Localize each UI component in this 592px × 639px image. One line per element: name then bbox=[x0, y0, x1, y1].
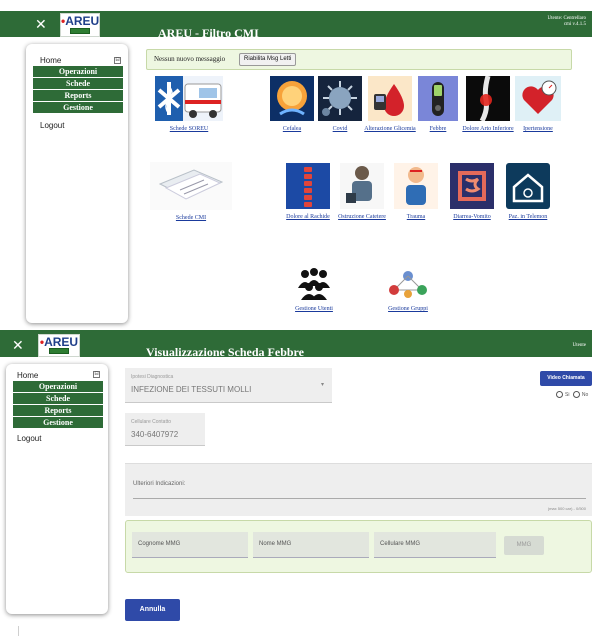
tile-schede-soreu[interactable]: Schede SOREU bbox=[155, 76, 223, 132]
cellulare-contatto-field[interactable]: Cellulare Contatto 340-6407972 bbox=[125, 413, 205, 446]
user-info: Utente: Centrellaro cmi v.4.1.5 bbox=[547, 16, 586, 27]
mmg-section: Cognome MMG Nome MMG Cellulare MMG MMG bbox=[125, 520, 592, 573]
sidebar-item-reports[interactable]: Reports bbox=[33, 90, 123, 102]
field-value: 340-6407972 bbox=[131, 430, 179, 439]
tile-ipertensione[interactable]: Ipertensione bbox=[515, 76, 561, 132]
tile-label: Gestione Utenti bbox=[295, 306, 333, 312]
tile-schede-cmi[interactable]: Schede CMI bbox=[150, 162, 232, 221]
sidebar-logout[interactable]: Logout bbox=[40, 121, 64, 130]
tile-paz-in-telemon[interactable]: Paz. in Telemon bbox=[506, 163, 550, 220]
sidebar: Home ⊟ Operazioni Schede Reports Gestion… bbox=[26, 44, 128, 323]
char-counter: (max 500 car) - 0/500 bbox=[547, 506, 586, 511]
ipotesi-diagnostica-select[interactable]: Ipotesi Diagnostica INFEZIONE DEI TESSUT… bbox=[125, 368, 332, 403]
sidebar-menu: Operazioni Schede Reports Gestione bbox=[33, 66, 123, 114]
ambulance-image bbox=[155, 76, 223, 121]
tile-gestione-gruppi[interactable]: Gestione Gruppi bbox=[384, 266, 432, 312]
chevron-down-icon: ▾ bbox=[320, 382, 324, 388]
sidebar-menu: Operazioni Schede Reports Gestione bbox=[13, 381, 103, 429]
sidebar-logout[interactable]: Logout bbox=[17, 434, 41, 443]
field-label: Cellulare Contatto bbox=[131, 419, 172, 425]
user-info: Utente bbox=[572, 343, 586, 348]
tile-covid[interactable]: Covid bbox=[318, 76, 362, 132]
header-febbre: ✕ •AREU Visualizzazione Scheda Febbre Ut… bbox=[0, 330, 592, 359]
radio-no[interactable] bbox=[572, 391, 580, 398]
message-bar: Nessun nuovo messaggio Riabilita Msg Let… bbox=[146, 49, 572, 70]
field-label: Ipotesi Diagnostica bbox=[131, 374, 174, 380]
areu-logo: •AREU bbox=[38, 334, 80, 357]
field-value: INFEZIONE DEI TESSUTI MOLLI bbox=[131, 385, 252, 394]
page-title: AREU - Filtro CMI bbox=[158, 26, 259, 40]
close-icon[interactable]: ✕ bbox=[12, 339, 24, 353]
annulla-button[interactable]: Annulla bbox=[125, 599, 180, 621]
thermometer-image bbox=[418, 76, 458, 121]
tile-ostruzione-catetere[interactable]: Ostruzione Catetere bbox=[338, 163, 386, 220]
mmg-button[interactable]: MMG bbox=[504, 536, 544, 555]
blood-drop-image bbox=[368, 76, 412, 121]
header-filtro: ✕ •AREU AREU - Filtro CMI Utente: Centre… bbox=[0, 11, 592, 40]
tile-label: Paz. in Telemon bbox=[508, 214, 548, 220]
tile-alterazione-glicemia[interactable]: Alterazione Glicemia bbox=[364, 76, 416, 132]
users-group-image bbox=[295, 266, 333, 302]
close-icon[interactable]: ✕ bbox=[35, 18, 47, 32]
collapse-icon[interactable]: ⊟ bbox=[114, 57, 121, 64]
sidebar-item-operazioni[interactable]: Operazioni bbox=[33, 66, 123, 78]
tile-cefalea[interactable]: Cefalea bbox=[270, 76, 314, 132]
sidebar-home[interactable]: Home bbox=[17, 371, 38, 380]
collapse-icon[interactable]: ⊟ bbox=[93, 371, 100, 378]
tile-febbre[interactable]: Febbre bbox=[418, 76, 458, 132]
sidebar-item-reports[interactable]: Reports bbox=[13, 405, 103, 417]
tile-gestione-utenti[interactable]: Gestione Utenti bbox=[295, 266, 333, 312]
catheter-image bbox=[340, 163, 384, 209]
video-radio-group: Si No bbox=[556, 391, 588, 398]
virus-image bbox=[318, 76, 362, 121]
cognome-mmg-input[interactable]: Cognome MMG bbox=[132, 532, 248, 558]
tile-trauma[interactable]: Trauma bbox=[394, 163, 438, 220]
radio-si[interactable] bbox=[556, 391, 563, 398]
sidebar-item-gestione[interactable]: Gestione bbox=[33, 102, 123, 114]
cellulare-mmg-input[interactable]: Cellulare MMG bbox=[374, 532, 496, 558]
sidebar: Home ⊟ Operazioni Schede Reports Gestion… bbox=[6, 364, 108, 614]
tile-label: Gestione Gruppi bbox=[388, 306, 428, 312]
sidebar-item-schede[interactable]: Schede bbox=[13, 393, 103, 405]
tile-label: Schede CMI bbox=[175, 215, 207, 221]
spine-image bbox=[286, 163, 330, 209]
home-monitor-image bbox=[506, 163, 550, 209]
nome-mmg-input[interactable]: Nome MMG bbox=[253, 532, 369, 558]
field-label: Ulteriori Indicazioni: bbox=[133, 481, 186, 487]
message-text: Nessun nuovo messaggio bbox=[154, 55, 226, 63]
sidebar-item-operazioni[interactable]: Operazioni bbox=[13, 381, 103, 393]
documents-image bbox=[150, 162, 232, 210]
tile-label: Schede SOREU bbox=[169, 126, 209, 132]
tile-dolore-al-rachide[interactable]: Dolore al Rachide bbox=[286, 163, 330, 220]
brain-head-image bbox=[270, 76, 314, 121]
groups-image bbox=[384, 266, 432, 302]
intestine-image bbox=[450, 163, 494, 209]
trauma-image bbox=[394, 163, 438, 209]
sidebar-home[interactable]: Home bbox=[40, 56, 61, 65]
tile-label: Ipertensione bbox=[523, 126, 553, 132]
heart-pressure-image bbox=[515, 76, 561, 121]
video-chiamata-button[interactable]: Video Chiamata bbox=[540, 371, 592, 386]
page-title: Visualizzazione Scheda Febbre bbox=[146, 345, 304, 359]
areu-logo: •AREU bbox=[60, 13, 100, 37]
ulteriori-indicazioni-field[interactable]: Ulteriori Indicazioni: (max 500 car) - 0… bbox=[125, 463, 592, 516]
tile-dolore-arto-inferiore[interactable]: Dolore Arto Inferiore bbox=[462, 76, 514, 132]
leg-xray-image bbox=[466, 76, 510, 121]
tile-diarrea-vomito[interactable]: Diarrea-Vomito bbox=[450, 163, 494, 220]
sidebar-item-gestione[interactable]: Gestione bbox=[13, 417, 103, 429]
sidebar-item-schede[interactable]: Schede bbox=[33, 78, 123, 90]
riabilita-button[interactable]: Riabilita Msg Letti bbox=[239, 53, 297, 66]
